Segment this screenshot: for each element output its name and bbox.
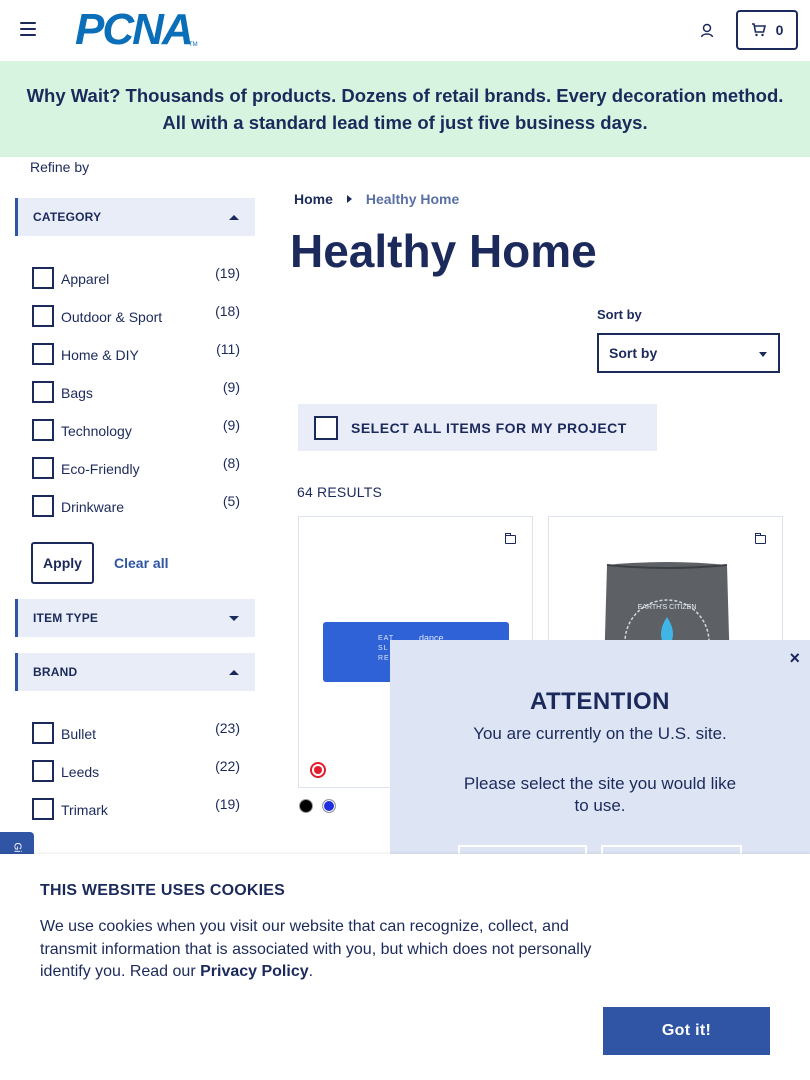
checkbox[interactable] — [32, 722, 54, 744]
facet-option[interactable]: Trimark (19) — [32, 796, 242, 820]
checkbox[interactable] — [32, 495, 54, 517]
chevron-right-icon — [346, 195, 352, 203]
checkbox[interactable] — [32, 457, 54, 479]
select-all-bar[interactable]: SELECT ALL ITEMS FOR MY PROJECT — [298, 404, 657, 451]
facet-brand-header[interactable]: BRAND — [15, 653, 255, 691]
close-icon[interactable]: × — [789, 648, 800, 669]
privacy-policy-link[interactable]: Privacy Policy — [200, 963, 309, 980]
chevron-up-icon — [229, 670, 239, 675]
pcna-logo[interactable]: PCNA TM — [75, 8, 198, 52]
add-to-project-icon[interactable] — [755, 533, 766, 544]
chevron-down-icon — [229, 616, 239, 621]
accept-cookies-button[interactable]: Got it! — [603, 1007, 770, 1055]
site-header: PCNA TM 0 — [0, 0, 810, 61]
chevron-down-icon — [759, 352, 767, 357]
menu-icon[interactable] — [20, 22, 36, 36]
modal-instruction: Please select the site you would like to… — [463, 774, 737, 815]
page-title: Healthy Home — [290, 225, 597, 277]
promo-banner: Why Wait? Thousands of products. Dozens … — [0, 61, 810, 157]
cookie-banner: THIS WEBSITE USES COOKIES We use cookies… — [0, 854, 810, 1080]
breadcrumb-home[interactable]: Home — [294, 191, 333, 207]
select-all-checkbox[interactable] — [314, 416, 338, 440]
color-swatch-blue[interactable] — [322, 799, 336, 813]
chevron-up-icon — [229, 215, 239, 220]
color-swatch-black[interactable] — [299, 799, 313, 813]
clear-all-link[interactable]: Clear all — [114, 555, 168, 571]
facet-option[interactable]: Leeds (22) — [32, 758, 242, 782]
checkbox[interactable] — [32, 798, 54, 820]
breadcrumb-current: Healthy Home — [365, 191, 460, 207]
modal-message: You are currently on the U.S. site. — [473, 724, 727, 743]
cookie-text: We use cookies when you visit our websit… — [40, 918, 592, 980]
results-count: 64 RESULTS — [297, 484, 382, 500]
facet-option[interactable]: Apparel (19) — [32, 265, 242, 289]
apply-button[interactable]: Apply — [31, 542, 94, 584]
refine-label: Refine by — [30, 159, 90, 175]
checkbox[interactable] — [32, 305, 54, 327]
sort-label: Sort by — [597, 307, 642, 322]
facet-item-type-header[interactable]: ITEM TYPE — [15, 599, 255, 637]
svg-text:EARTH'S CITIZEN: EARTH'S CITIZEN — [638, 604, 697, 611]
checkbox[interactable] — [32, 267, 54, 289]
facet-option[interactable]: Bags (9) — [32, 379, 242, 403]
cookie-heading: THIS WEBSITE USES COOKIES — [40, 882, 286, 899]
promo-text: Why Wait? Thousands of products. Dozens … — [26, 85, 784, 133]
facet-option[interactable]: Outdoor & Sport (18) — [32, 303, 242, 327]
cart-count: 0 — [775, 22, 784, 38]
facet-option[interactable]: Bullet (23) — [32, 720, 242, 744]
checkbox[interactable] — [32, 381, 54, 403]
add-to-project-icon[interactable] — [505, 533, 516, 544]
checkbox[interactable] — [32, 760, 54, 782]
facet-category-header[interactable]: CATEGORY — [15, 198, 255, 236]
facet-option[interactable]: Technology (9) — [32, 417, 242, 441]
modal-title: ATTENTION — [529, 688, 671, 715]
account-icon[interactable] — [699, 22, 715, 38]
breadcrumb: Home Healthy Home — [294, 191, 459, 207]
facet-option[interactable]: Eco-Friendly (8) — [32, 455, 242, 479]
cart-button[interactable]: 0 — [736, 10, 798, 50]
facet-option[interactable]: Home & DIY (11) — [32, 341, 242, 365]
sort-select[interactable]: Sort by — [597, 333, 780, 373]
checkbox[interactable] — [32, 419, 54, 441]
select-all-label: SELECT ALL ITEMS FOR MY PROJECT — [351, 420, 627, 436]
cart-icon — [751, 23, 766, 37]
favorite-icon[interactable] — [310, 762, 326, 778]
facet-option[interactable]: Drinkware (5) — [32, 493, 242, 517]
checkbox[interactable] — [32, 343, 54, 365]
